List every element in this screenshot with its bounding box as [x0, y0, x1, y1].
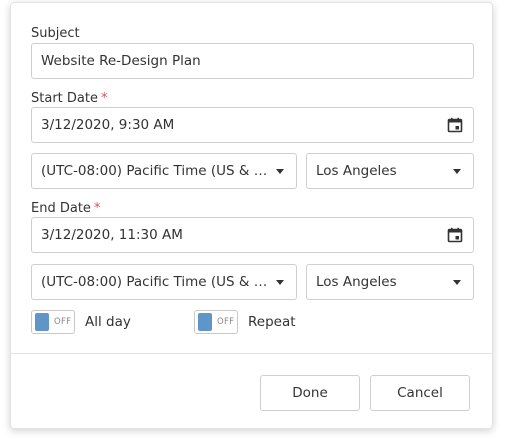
required-mark: * [100, 91, 108, 106]
required-mark: * [93, 201, 101, 216]
all-day-switch-state: OFF [54, 317, 72, 327]
start-date-input[interactable]: 3/12/2020, 9:30 AM [31, 107, 474, 143]
calendar-icon[interactable] [447, 117, 463, 133]
start-date-value: 3/12/2020, 9:30 AM [41, 117, 175, 133]
start-date-label-text: Start Date [31, 91, 98, 106]
end-date-label: End Date * [31, 201, 100, 217]
start-city-select[interactable]: Los Angeles [306, 153, 474, 189]
all-day-label: All day [85, 314, 131, 330]
all-day-switch[interactable]: OFF [31, 310, 75, 334]
start-date-label: Start Date * [31, 91, 107, 107]
switch-knob [198, 313, 212, 331]
subject-input[interactable]: Website Re-Design Plan [31, 43, 474, 79]
end-date-input[interactable]: 3/12/2020, 11:30 AM [31, 217, 474, 253]
chevron-down-icon [453, 168, 461, 174]
switch-knob [35, 313, 49, 331]
subject-value: Website Re-Design Plan [41, 53, 201, 69]
footer-divider [11, 353, 492, 354]
start-timezone-value: (UTC-08:00) Pacific Time (US & Canada) [41, 163, 268, 179]
cancel-button[interactable]: Cancel [370, 375, 470, 411]
end-city-value: Los Angeles [316, 274, 397, 290]
chevron-down-icon [276, 168, 284, 174]
start-city-value: Los Angeles [316, 163, 397, 179]
end-timezone-value: (UTC-08:00) Pacific Time (US & Canada) [41, 274, 268, 290]
end-city-select[interactable]: Los Angeles [306, 264, 474, 300]
end-date-label-text: End Date [31, 201, 91, 216]
end-timezone-select[interactable]: (UTC-08:00) Pacific Time (US & Canada) [31, 264, 297, 300]
repeat-switch[interactable]: OFF [194, 310, 238, 334]
calendar-icon[interactable] [447, 227, 463, 243]
start-timezone-select[interactable]: (UTC-08:00) Pacific Time (US & Canada) [31, 153, 297, 189]
end-date-value: 3/12/2020, 11:30 AM [41, 227, 183, 243]
chevron-down-icon [453, 279, 461, 285]
chevron-down-icon [276, 279, 284, 285]
repeat-label: Repeat [248, 314, 296, 330]
repeat-switch-state: OFF [217, 317, 235, 327]
subject-label: Subject [31, 26, 80, 41]
event-editor-dialog: Subject Website Re-Design Plan Start Dat… [10, 2, 493, 429]
done-button[interactable]: Done [260, 375, 360, 411]
